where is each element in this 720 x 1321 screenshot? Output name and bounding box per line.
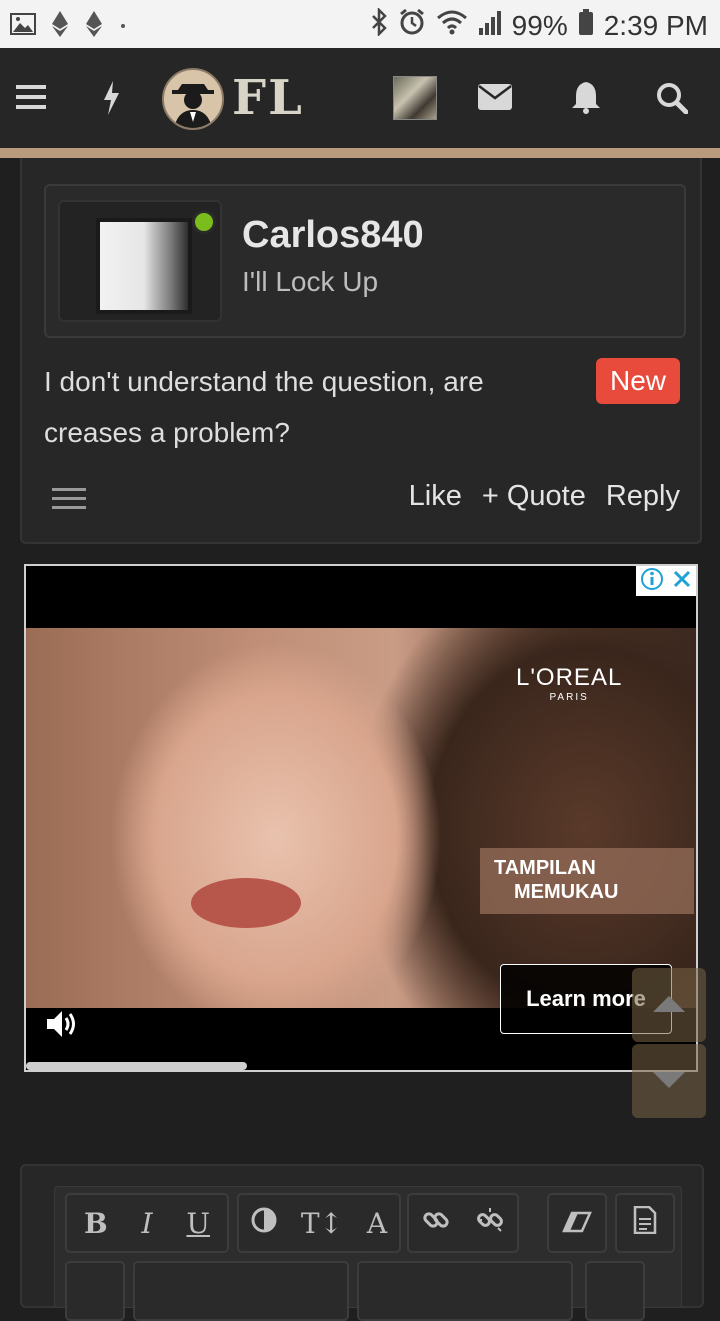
reply-editor: B I U T↕ A — [20, 1164, 704, 1321]
quote-button[interactable]: + Quote — [482, 480, 586, 513]
scroll-to-bottom-button[interactable] — [632, 1044, 706, 1118]
ad-brand-sub: PARIS — [549, 692, 589, 703]
ad-info-icon[interactable] — [640, 567, 664, 596]
volume-icon[interactable] — [44, 1006, 80, 1047]
toolbar-row2-button[interactable] — [585, 1261, 645, 1321]
ad-tagline-line1: TAMPILAN — [494, 857, 596, 879]
link-group — [407, 1193, 519, 1253]
bluetooth-icon — [370, 6, 388, 43]
ad-tagline-line2: MEMUKAU — [514, 881, 619, 903]
forum-post: Carlos840 I'll Lock Up I don't understan… — [20, 158, 702, 544]
editor-toolbar: B I U T↕ A — [54, 1186, 682, 1321]
underline-button[interactable]: U — [186, 1207, 210, 1240]
toolbar-row2-group[interactable] — [357, 1261, 573, 1321]
new-badge: New — [596, 358, 680, 404]
ad-brand-name: L'OREAL — [516, 664, 623, 691]
ad-brand-logo: L'OREAL PARIS — [516, 664, 622, 703]
template-group — [615, 1193, 675, 1253]
ad-choices-bar — [636, 566, 696, 596]
ethereum-icon — [84, 10, 104, 43]
avatar-frame — [58, 200, 222, 322]
post-author-title: I'll Lock Up — [242, 266, 379, 297]
search-icon[interactable] — [656, 82, 689, 119]
scroll-to-top-button[interactable] — [632, 968, 706, 1042]
italic-button[interactable]: I — [141, 1207, 152, 1240]
gallery-icon — [10, 12, 36, 41]
signal-icon — [478, 8, 502, 43]
document-icon[interactable] — [633, 1205, 657, 1241]
reply-button[interactable]: Reply — [606, 480, 680, 513]
unlink-icon[interactable] — [476, 1206, 504, 1241]
post-actions: Like + Quote Reply — [409, 480, 680, 513]
user-avatar-button[interactable] — [393, 76, 437, 120]
top-navbar: FL — [0, 48, 720, 158]
ad-close-icon[interactable] — [672, 569, 692, 594]
bell-icon[interactable] — [570, 80, 602, 119]
clear-format-group — [547, 1193, 607, 1253]
bold-button[interactable]: B — [84, 1207, 108, 1240]
notification-dot-icon — [118, 18, 128, 36]
envelope-icon[interactable] — [478, 84, 512, 115]
status-bar: 99% 2:39 PM — [0, 0, 720, 48]
hamburger-menu-icon[interactable] — [16, 84, 46, 115]
ad-progress-bar — [26, 1062, 248, 1070]
like-button[interactable]: Like — [409, 480, 462, 513]
link-icon[interactable] — [422, 1206, 450, 1241]
ad-model-lips — [191, 878, 301, 928]
ad-tagline: TAMPILAN MEMUKAU — [480, 848, 694, 914]
clock-time: 2:39 PM — [603, 9, 708, 41]
post-author-box: Carlos840 I'll Lock Up — [44, 184, 686, 338]
site-logo-text[interactable]: FL — [232, 70, 304, 126]
alarm-icon — [398, 8, 426, 43]
avatar[interactable] — [96, 218, 192, 314]
video-advertisement[interactable]: L'OREAL PARIS TAMPILAN MEMUKAU Learn mor… — [24, 564, 698, 1072]
color-contrast-icon[interactable] — [251, 1207, 277, 1240]
lightning-icon[interactable] — [101, 80, 121, 121]
ethereum-icon — [50, 10, 70, 43]
toolbar-row2-group[interactable] — [133, 1261, 349, 1321]
post-options-menu-icon[interactable] — [52, 488, 86, 515]
ad-video-frame[interactable]: L'OREAL PARIS TAMPILAN MEMUKAU — [26, 628, 696, 1008]
toolbar-row2-button[interactable] — [65, 1261, 125, 1321]
site-logo-emblem[interactable] — [162, 68, 224, 130]
post-body: I don't understand the question, are cre… — [44, 366, 484, 448]
online-status-indicator — [192, 210, 216, 234]
battery-icon — [578, 8, 594, 43]
eraser-icon[interactable] — [562, 1207, 592, 1240]
text-size-button[interactable]: T↕ — [301, 1207, 343, 1240]
post-author-name[interactable]: Carlos840 — [242, 214, 424, 257]
formatting-group: T↕ A — [237, 1193, 401, 1253]
wifi-icon — [436, 8, 468, 43]
text-style-group: B I U — [65, 1193, 229, 1253]
font-family-button[interactable]: A — [367, 1207, 387, 1240]
battery-level: 99% — [511, 9, 568, 41]
